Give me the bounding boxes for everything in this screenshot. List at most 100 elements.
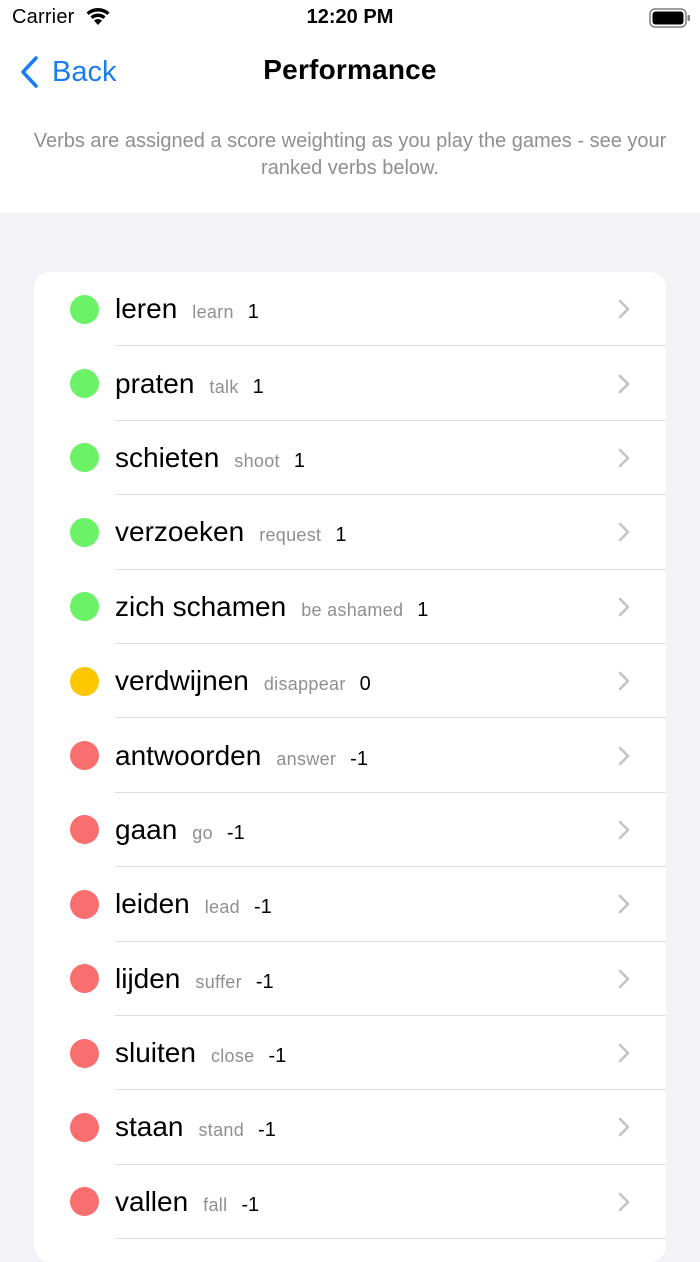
verb-row[interactable]: sluiten close -1 (34, 1016, 666, 1091)
status-dot (70, 1112, 99, 1142)
chevron-right-icon (618, 895, 630, 914)
verb-label: verdwijnen (115, 665, 249, 697)
verb-text-group: verzoeken request 1 (115, 516, 346, 548)
verb-score: 1 (293, 449, 305, 472)
verb-text-group: leren learn 1 (115, 293, 259, 325)
verb-row[interactable]: lijden suffer -1 (34, 942, 666, 1016)
verb-text-group: staan stand -1 (115, 1111, 276, 1143)
status-dot (70, 517, 99, 547)
status-dot (70, 964, 99, 994)
verb-score: -1 (226, 821, 245, 844)
chevron-right-icon (618, 523, 630, 542)
verb-row[interactable]: staan stand -1 (34, 1090, 666, 1165)
verb-row[interactable]: schieten shoot 1 (34, 421, 666, 496)
chevron-right-icon (618, 671, 630, 691)
verb-score: 0 (359, 673, 371, 696)
verb-text-group: schieten shoot 1 (115, 442, 305, 474)
verb-score: -1 (350, 747, 368, 770)
chevron-right-icon (618, 1118, 630, 1137)
status-dot (70, 666, 99, 696)
status-dot (70, 369, 99, 399)
verb-score: -1 (255, 970, 274, 993)
verb-translation: lead (204, 897, 240, 918)
verb-score: 1 (252, 375, 264, 398)
chevron-right-icon (618, 597, 630, 617)
verb-label: leiden (115, 888, 190, 920)
verb-label: lijden (115, 962, 181, 994)
status-bar: Carrier 12:20 PM (0, 0, 700, 36)
status-dot (70, 1187, 99, 1217)
status-dot (70, 1038, 99, 1068)
verb-score: -1 (253, 896, 272, 919)
verb-text-group: vallen fall -1 (115, 1186, 259, 1218)
verb-label: praten (115, 367, 195, 399)
status-dot (70, 889, 99, 919)
verb-translation: talk (209, 376, 239, 397)
verb-translation: close (210, 1046, 255, 1067)
chevron-right-icon (618, 1043, 630, 1063)
chevron-right-icon (618, 969, 630, 989)
verb-translation: disappear (263, 674, 346, 695)
verb-text-group: gaan go -1 (115, 814, 245, 846)
verb-score: 1 (335, 524, 347, 547)
verb-text-group: sluiten close -1 (115, 1037, 286, 1069)
verb-text-group: leiden lead -1 (115, 888, 272, 920)
verb-row[interactable]: verdwijnen disappear 0 (34, 644, 666, 719)
verb-text-group: praten talk 1 (115, 368, 264, 400)
verb-translation: request (259, 525, 322, 546)
status-dot (70, 443, 99, 473)
verb-row[interactable]: gaan go -1 (34, 793, 666, 868)
verb-text-group: antwoorden answer -1 (115, 740, 368, 772)
verb-score: -1 (268, 1045, 287, 1068)
verb-list: leren learn 1 praten talk 1 schieten shoot 1 verz… (34, 272, 666, 1262)
verb-label: verzoeken (115, 516, 245, 548)
chevron-right-icon (618, 299, 630, 319)
verb-row[interactable]: verzoeken request 1 (34, 495, 666, 570)
chevron-right-icon (618, 820, 630, 840)
status-dot (70, 592, 99, 622)
page-title: Performance (263, 54, 437, 85)
chevron-right-icon (618, 1192, 630, 1212)
status-dot (70, 815, 99, 845)
chevron-right-icon (618, 448, 630, 468)
verb-row[interactable]: antwoorden answer -1 (34, 718, 666, 793)
chevron-right-icon (618, 374, 630, 393)
verb-translation: stand (198, 1120, 245, 1141)
chevron-right-icon (618, 746, 630, 765)
row-separator (115, 1238, 666, 1240)
verb-translation: answer (276, 748, 337, 769)
verb-label: gaan (115, 813, 178, 845)
status-dot (70, 741, 99, 771)
verb-score: -1 (241, 1193, 260, 1216)
verb-translation: learn (192, 302, 234, 323)
verb-label: zich schamen (115, 590, 287, 622)
verb-score: 1 (247, 301, 259, 324)
verb-text-group: zich schamen be ashamed 1 (115, 591, 428, 623)
verb-label: leren (115, 293, 178, 325)
verb-label: sluiten (115, 1037, 196, 1069)
navigation-bar: Back Performance (0, 48, 700, 96)
verb-score: 1 (417, 598, 429, 621)
verb-row[interactable]: praten talk 1 (34, 346, 666, 421)
verb-label: antwoorden (115, 739, 262, 771)
verb-label: staan (115, 1111, 184, 1143)
verb-row[interactable]: leiden lead -1 (34, 867, 666, 942)
verb-translation: go (192, 822, 213, 843)
header-area: Carrier 12:20 PM Back Performance Verbs … (0, 0, 700, 213)
verb-row[interactable]: zich schamen be ashamed 1 (34, 570, 666, 644)
verb-translation: be ashamed (301, 599, 404, 620)
status-time: 12:20 PM (306, 6, 394, 28)
verb-label: schieten (115, 441, 220, 473)
verb-score: -1 (258, 1119, 276, 1142)
verb-translation: shoot (234, 450, 280, 471)
verb-text-group: verdwijnen disappear 0 (115, 665, 371, 697)
verb-text-group: lijden suffer -1 (115, 963, 274, 995)
verb-translation: suffer (195, 971, 242, 992)
battery-icon (649, 8, 690, 28)
verb-row[interactable]: vallen fall -1 (34, 1165, 666, 1240)
verb-row[interactable]: leren learn 1 (34, 272, 666, 347)
verb-label: vallen (115, 1185, 189, 1217)
page-description: Verbs are assigned a score weighting as … (33, 130, 667, 179)
status-dot (70, 294, 99, 324)
verb-translation: fall (203, 1194, 228, 1215)
